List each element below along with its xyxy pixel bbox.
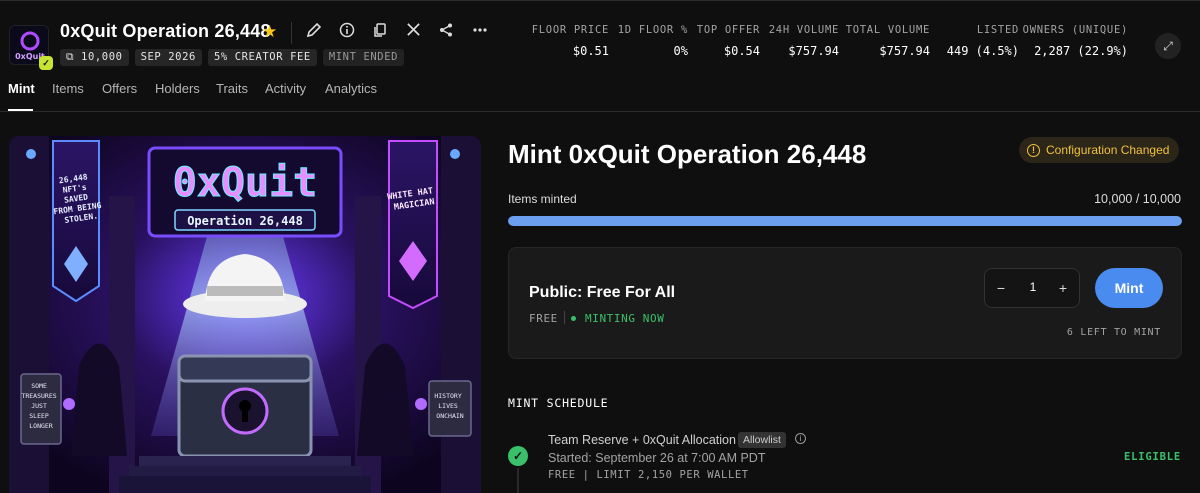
collection-tabs: Mint Items Offers Holders Traits Activit… (0, 81, 1200, 112)
schedule-price-limit: FREE | LIMIT 2,150 PER WALLET (548, 469, 749, 481)
stat-label: OWNERS (UNIQUE) (1022, 24, 1128, 36)
right-plaque-line: HISTORY (434, 392, 461, 400)
tab-traits[interactable]: Traits (216, 81, 248, 96)
stat-label: FLOOR PRICE (531, 24, 609, 36)
stat-floor-price: FLOOR PRICE $0.51 (532, 24, 609, 58)
quantity-value[interactable]: 1 (1023, 280, 1043, 294)
stage-divider (564, 311, 565, 324)
tab-holders[interactable]: Holders (155, 81, 200, 96)
config-badge-label: Configuration Changed (1046, 143, 1170, 157)
mint-stage-card: Public: Free For All FREE MINTING NOW − … (508, 247, 1182, 359)
mint-schedule-heading: MINT SCHEDULE (508, 396, 609, 410)
stat-top-offer: TOP OFFER $0.54 (697, 24, 760, 58)
right-plaque-line: ONCHAIN (436, 412, 463, 420)
svg-text:HISTORY LIVES ONCH: HISTORY LIVES ONCHAIN (434, 392, 465, 420)
allowlist-badge: Allowlist (738, 432, 786, 448)
stat-listed: LISTED 449 (4.5%) (947, 24, 1019, 58)
collection-artwork: 0xQuit Operation 26,448 26,448 NFT's SAV… (9, 136, 481, 493)
live-status-dot (571, 316, 576, 321)
eligibility-status: ELIGIBLE (1124, 451, 1181, 463)
tab-offers[interactable]: Offers (102, 81, 137, 96)
schedule-stage-name: Team Reserve + 0xQuit Allocation (548, 433, 736, 447)
art-title: 0xQuit (173, 160, 318, 206)
art-subtitle: Operation 26,448 (187, 214, 303, 228)
stat-label: 1D FLOOR % (617, 24, 688, 36)
left-plaque-line: SOME (31, 382, 47, 390)
decrement-button[interactable]: − (991, 278, 1011, 298)
increment-button[interactable]: + (1053, 278, 1073, 298)
stat-value: $0.51 (572, 44, 609, 58)
stat-value: 0% (673, 44, 688, 58)
tab-mint[interactable]: Mint (8, 81, 35, 96)
tab-activity[interactable]: Activity (265, 81, 306, 96)
stat-owners: OWNERS (UNIQUE) 2,287 (22.9%) (1023, 24, 1128, 58)
expand-icon[interactable]: ⤢ (1155, 33, 1181, 59)
stat-value: $757.94 (788, 44, 839, 58)
mint-progress-bar (508, 216, 1182, 226)
left-to-mint: 6 LEFT TO MINT (1066, 327, 1161, 338)
stat-24h-volume: 24H VOLUME $757.94 (769, 24, 839, 58)
schedule-start-time: Started: September 26 at 7:00 AM PDT (548, 451, 766, 465)
left-plaque-line: TREASURES (21, 392, 56, 400)
mint-title: Mint 0xQuit Operation 26,448 (508, 139, 867, 169)
left-plaque-line: LONGER (29, 422, 53, 430)
stat-value: $757.94 (879, 44, 930, 58)
warning-icon: ! (1027, 143, 1040, 157)
stat-value: 449 (4.5%) (946, 44, 1019, 58)
quantity-stepper: − 1 + (984, 268, 1080, 308)
mint-button[interactable]: Mint (1095, 268, 1163, 308)
stage-name: Public: Free For All (529, 284, 676, 301)
stage-status: MINTING NOW (585, 312, 665, 325)
tab-items[interactable]: Items (52, 81, 84, 96)
stat-value: $0.54 (723, 44, 760, 58)
collection-stats: FLOOR PRICE $0.51 1D FLOOR % 0% TOP OFFE… (0, 24, 1200, 64)
configuration-changed-badge[interactable]: ! Configuration Changed (1019, 137, 1180, 163)
stat-label: 24H VOLUME (768, 24, 839, 36)
stat-label: TOP OFFER (696, 24, 760, 36)
tab-analytics[interactable]: Analytics (325, 81, 377, 96)
stage-price: FREE (529, 312, 558, 325)
stat-value: 2,287 (22.9%) (1034, 44, 1128, 58)
stat-floor-change: 1D FLOOR % 0% (618, 24, 688, 58)
schedule-info-icon[interactable]: i (795, 433, 806, 444)
mint-progress-fill (508, 216, 1182, 226)
stat-label: TOTAL VOLUME (845, 24, 930, 36)
right-plaque-line: LIVES (438, 402, 458, 410)
completed-check-icon: ✓ (508, 446, 528, 466)
items-minted-count: 10,000 / 10,000 (1094, 192, 1181, 206)
left-plaque-line: JUST (31, 402, 47, 410)
active-tab-indicator (8, 109, 33, 111)
schedule-timeline-line (517, 468, 519, 493)
left-plaque-line: SLEEP (29, 412, 49, 420)
stat-total-volume: TOTAL VOLUME $757.94 (846, 24, 930, 58)
top-divider (0, 0, 1200, 1)
stat-label: LISTED (976, 24, 1019, 36)
items-minted-label: Items minted (508, 192, 577, 206)
